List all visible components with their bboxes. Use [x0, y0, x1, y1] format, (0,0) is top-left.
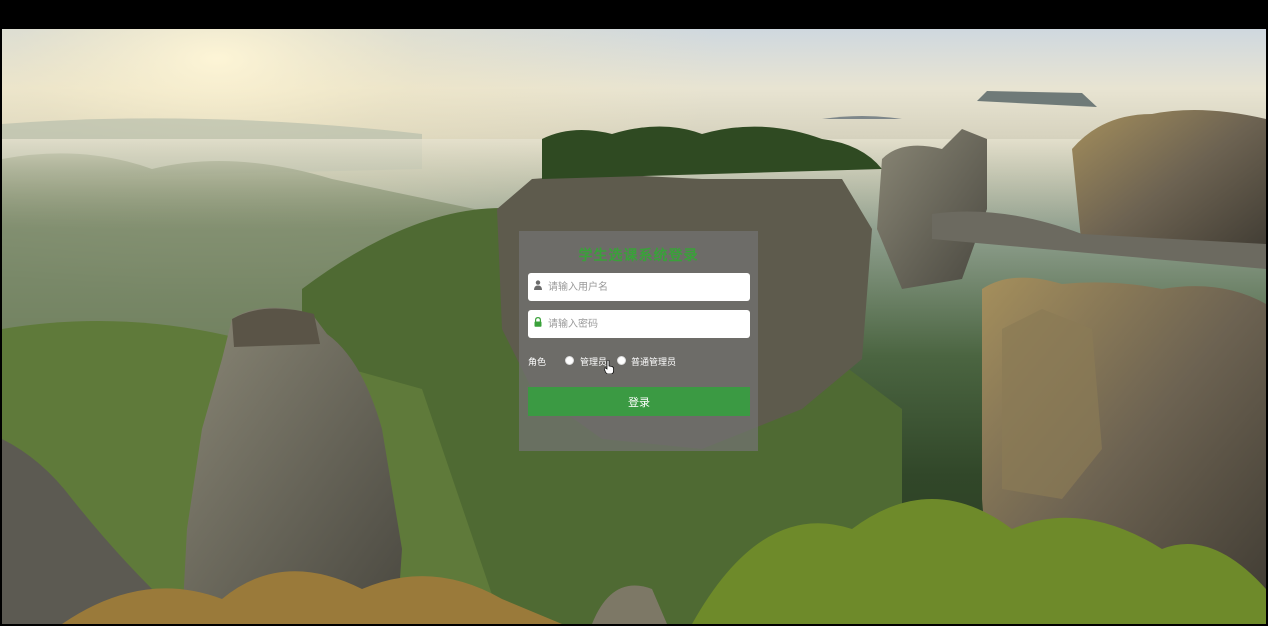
username-field[interactable] — [528, 273, 750, 301]
role-label: 角色 — [528, 358, 547, 368]
role-option-admin[interactable]: 管理员 — [580, 355, 607, 368]
hand-pointer-icon — [604, 360, 614, 374]
password-input[interactable] — [548, 310, 744, 338]
role-option-normal-admin[interactable]: 普通管理员 — [631, 355, 676, 368]
password-field[interactable] — [528, 310, 750, 338]
login-panel: 学生选课系统登录 角色 管理员 普通管理员 登录 — [519, 231, 758, 451]
login-title: 学生选课系统登录 — [578, 248, 699, 264]
role-radio-normal-admin[interactable] — [617, 356, 626, 365]
role-selector: 角色 管理员 普通管理员 — [528, 353, 750, 374]
role-radio-admin[interactable] — [565, 356, 574, 365]
lock-icon — [534, 317, 542, 327]
username-input[interactable] — [548, 273, 744, 301]
user-icon — [534, 280, 542, 290]
top-black-bar — [0, 0, 1268, 29]
login-button[interactable]: 登录 — [528, 387, 750, 416]
